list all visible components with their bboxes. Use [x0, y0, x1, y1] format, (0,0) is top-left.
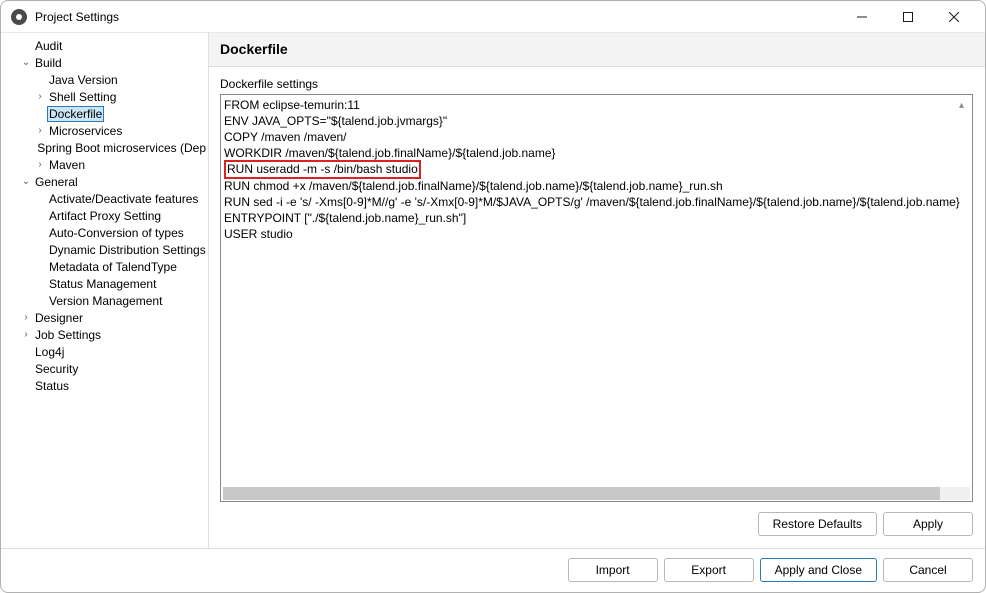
main-area: Audit⌄BuildJava Version›Shell SettingDoc…	[1, 33, 985, 548]
apply-button[interactable]: Apply	[883, 512, 973, 536]
window-controls	[839, 2, 977, 32]
tree-item[interactable]: ⌄General	[5, 173, 208, 190]
tree-item-label: Status Management	[47, 277, 158, 291]
dockerfile-editor[interactable]: FROM eclipse-temurin:11 ENV JAVA_OPTS="$…	[220, 94, 973, 502]
restore-defaults-button[interactable]: Restore Defaults	[758, 512, 877, 536]
tree-item[interactable]: ›Designer	[5, 309, 208, 326]
tree-item[interactable]: Dockerfile	[5, 105, 208, 122]
tree-item-label: Activate/Deactivate features	[47, 192, 200, 206]
panel-button-row: Restore Defaults Apply	[220, 502, 973, 536]
tree-item-label: Job Settings	[33, 328, 103, 342]
titlebar: Project Settings	[1, 1, 985, 33]
chevron-down-icon[interactable]: ⌄	[19, 57, 33, 68]
tree-item-label: Status	[33, 379, 71, 393]
tree-item-label: Dockerfile	[47, 106, 104, 122]
cancel-button[interactable]: Cancel	[883, 558, 973, 582]
highlighted-line: RUN useradd -m -s /bin/bash studio	[224, 160, 421, 179]
tree-item[interactable]: Status	[5, 377, 208, 394]
tree-item-label: Log4j	[33, 345, 66, 359]
tree-item-label: Security	[33, 362, 80, 376]
export-button[interactable]: Export	[664, 558, 754, 582]
tree-item[interactable]: Activate/Deactivate features	[5, 190, 208, 207]
vertical-scroll-up-icon[interactable]	[959, 97, 971, 108]
tree-item-label: Designer	[33, 311, 85, 325]
editor-line: WORKDIR /maven/${talend.job.finalName}/$…	[224, 146, 556, 160]
tree-item[interactable]: ›Job Settings	[5, 326, 208, 343]
tree-item-label: Maven	[47, 158, 87, 172]
tree-item-label: Audit	[33, 39, 64, 53]
chevron-right-icon[interactable]: ›	[33, 159, 47, 170]
tree-item[interactable]: Dynamic Distribution Settings	[5, 241, 208, 258]
window-title: Project Settings	[35, 10, 839, 24]
tree-item-label: Shell Setting	[47, 90, 118, 104]
content-header: Dockerfile	[209, 33, 985, 67]
chevron-right-icon[interactable]: ›	[33, 91, 47, 102]
app-icon	[11, 9, 27, 25]
chevron-right-icon[interactable]: ›	[19, 329, 33, 340]
close-button[interactable]	[931, 2, 977, 32]
horizontal-scrollbar[interactable]	[223, 487, 970, 500]
tree-item-label: Microservices	[47, 124, 124, 138]
editor-line: RUN sed -i -e 's/ -Xms[0-9]*M//g' -e 's/…	[224, 195, 960, 209]
editor-content[interactable]: FROM eclipse-temurin:11 ENV JAVA_OPTS="$…	[221, 95, 972, 244]
tree-item-label: Spring Boot microservices (Dep	[35, 141, 208, 155]
horizontal-scroll-thumb[interactable]	[223, 487, 940, 500]
tree-item[interactable]: Java Version	[5, 71, 208, 88]
tree-item[interactable]: Security	[5, 360, 208, 377]
tree-item-label: Build	[33, 56, 64, 70]
tree-item-label: Metadata of TalendType	[47, 260, 179, 274]
tree-item[interactable]: Spring Boot microservices (Dep	[5, 139, 208, 156]
page-title: Dockerfile	[220, 41, 973, 57]
tree-item-label: General	[33, 175, 80, 189]
minimize-button[interactable]	[839, 2, 885, 32]
editor-line: RUN chmod +x /maven/${talend.job.finalNa…	[224, 179, 723, 193]
sidebar: Audit⌄BuildJava Version›Shell SettingDoc…	[1, 33, 209, 548]
editor-line: ENV JAVA_OPTS="${talend.job.jvmargs}"	[224, 114, 447, 128]
tree-item-label: Artifact Proxy Setting	[47, 209, 163, 223]
tree-item[interactable]: Audit	[5, 37, 208, 54]
content-pane: Dockerfile Dockerfile settings FROM ecli…	[209, 33, 985, 548]
tree-item[interactable]: Version Management	[5, 292, 208, 309]
content-body: Dockerfile settings FROM eclipse-temurin…	[209, 67, 985, 548]
editor-line: COPY /maven /maven/	[224, 130, 347, 144]
tree-item[interactable]: ›Maven	[5, 156, 208, 173]
tree-item[interactable]: Log4j	[5, 343, 208, 360]
editor-line: FROM eclipse-temurin:11	[224, 98, 360, 112]
apply-and-close-button[interactable]: Apply and Close	[760, 558, 877, 582]
tree-item-label: Java Version	[47, 73, 120, 87]
tree-item[interactable]: Status Management	[5, 275, 208, 292]
tree-item[interactable]: ⌄Build	[5, 54, 208, 71]
maximize-button[interactable]	[885, 2, 931, 32]
chevron-right-icon[interactable]: ›	[19, 312, 33, 323]
tree-item[interactable]: Metadata of TalendType	[5, 258, 208, 275]
settings-label: Dockerfile settings	[220, 77, 973, 91]
import-button[interactable]: Import	[568, 558, 658, 582]
tree-item-label: Dynamic Distribution Settings	[47, 243, 208, 257]
editor-line: USER studio	[224, 227, 293, 241]
editor-line: ENTRYPOINT ["./${talend.job.name}_run.sh…	[224, 211, 466, 225]
tree-item-label: Auto-Conversion of types	[47, 226, 186, 240]
chevron-right-icon[interactable]: ›	[33, 125, 47, 136]
tree-item[interactable]: Artifact Proxy Setting	[5, 207, 208, 224]
chevron-down-icon[interactable]: ⌄	[19, 176, 33, 187]
tree-item[interactable]: Auto-Conversion of types	[5, 224, 208, 241]
dialog-footer: Import Export Apply and Close Cancel	[1, 548, 985, 592]
tree-item[interactable]: ›Shell Setting	[5, 88, 208, 105]
tree-item-label: Version Management	[47, 294, 164, 308]
tree-item[interactable]: ›Microservices	[5, 122, 208, 139]
settings-tree[interactable]: Audit⌄BuildJava Version›Shell SettingDoc…	[5, 37, 208, 394]
